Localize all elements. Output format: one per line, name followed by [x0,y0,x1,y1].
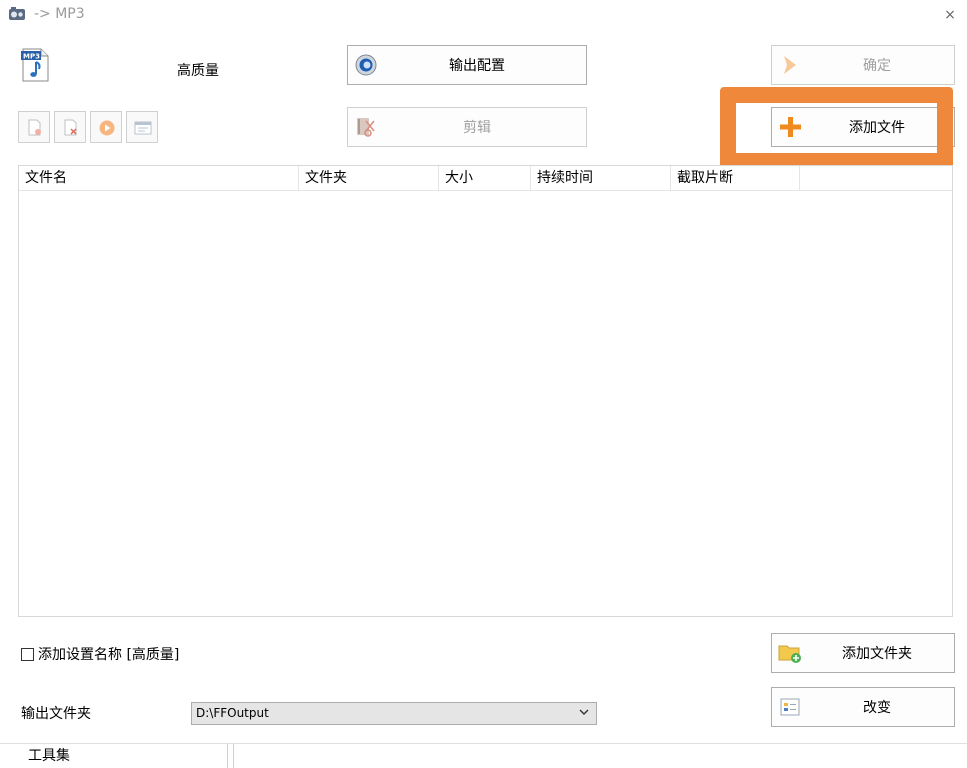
change-label: 改变 [863,700,891,716]
file-list[interactable]: 文件名 文件夹 大小 持续时间 截取片断 [18,165,953,617]
format-factory-icon [9,7,25,20]
add-setting-name-label: 添加设置名称 [高质量] [38,647,180,663]
svg-text:MP3: MP3 [23,53,40,61]
add-folder-button[interactable]: 添加文件夹 [771,633,955,673]
column-clip[interactable]: 截取片断 [671,166,800,191]
remove-icon [28,119,41,136]
play-icon [99,120,115,136]
output-folder-label: 输出文件夹 [21,706,91,722]
quality-label: 高质量 [177,63,219,79]
toolset-label: 工具集 [28,748,70,764]
list-header: 文件名 文件夹 大小 持续时间 截取片断 [19,166,952,191]
add-folder-label: 添加文件夹 [842,646,912,662]
output-config-button[interactable]: 输出配置 [347,45,587,85]
column-size[interactable]: 大小 [439,166,531,191]
column-filename[interactable]: 文件名 [19,166,299,191]
clear-list-icon [64,119,77,136]
confirm-button[interactable]: 确定 [771,45,955,85]
status-bar: 工具集 [0,743,967,768]
clear-list-button[interactable] [54,111,86,143]
output-config-label: 输出配置 [449,58,505,74]
mp3-file-icon: MP3 [21,48,49,82]
close-button[interactable]: × [938,4,962,26]
column-duration[interactable]: 持续时间 [531,166,671,191]
window-title: -> MP3 [34,6,85,22]
media-info-icon [134,121,152,135]
output-folder-select[interactable]: D:\FFOutput [191,702,597,725]
play-button[interactable] [90,111,122,143]
title-bar: -> MP3 × [0,0,967,30]
change-button[interactable]: 改变 [771,687,955,727]
edit-button[interactable]: 剪辑 [347,107,587,147]
add-setting-name-checkbox[interactable] [21,648,34,661]
add-file-button[interactable]: 添加文件 [771,107,955,147]
media-info-button[interactable] [126,111,158,143]
confirm-label: 确定 [863,58,891,74]
remove-button[interactable] [18,111,50,143]
toolset-tab[interactable]: 工具集 [0,744,228,768]
close-icon: × [944,7,956,23]
add-file-label: 添加文件 [849,120,905,136]
edit-label: 剪辑 [463,120,491,136]
column-folder[interactable]: 文件夹 [299,166,439,191]
status-separator [233,744,234,768]
chevron-down-icon [579,709,589,715]
output-folder-value: D:\FFOutput [196,706,269,720]
